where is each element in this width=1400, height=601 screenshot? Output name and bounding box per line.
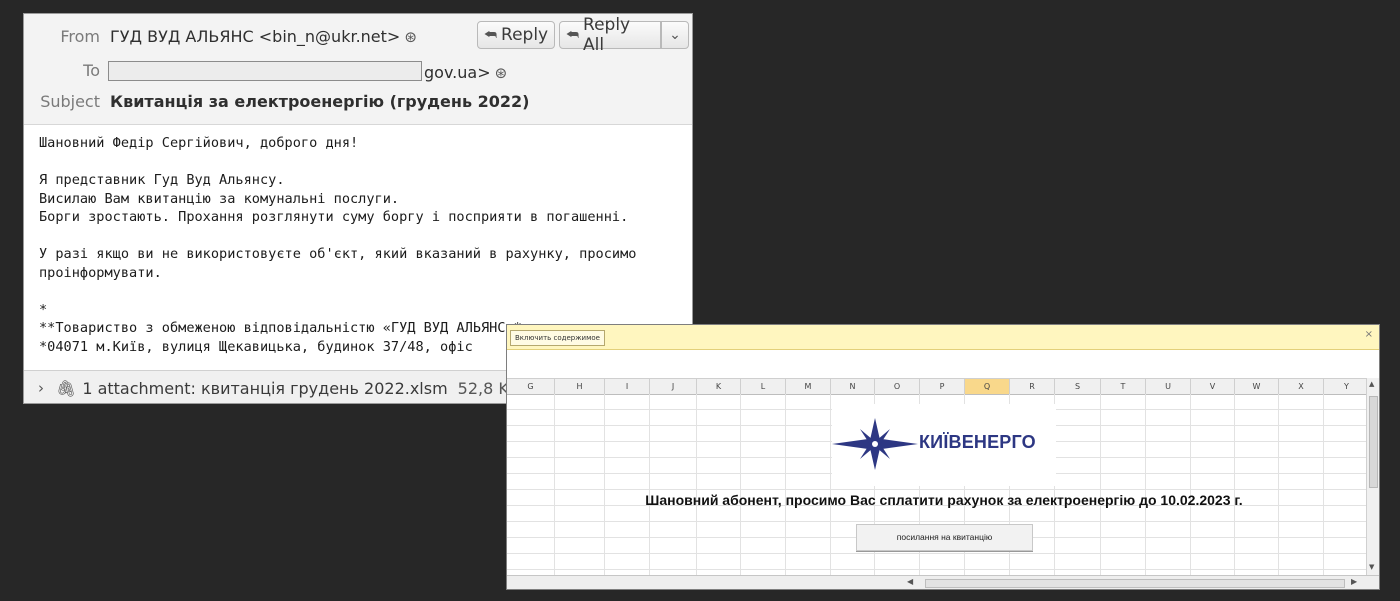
column-header-g[interactable]: G xyxy=(507,379,555,394)
column-header-x[interactable]: X xyxy=(1279,379,1324,394)
column-header-h[interactable]: H xyxy=(555,379,605,394)
column-header-u[interactable]: U xyxy=(1146,379,1191,394)
column-header-row: GHIJKLMNOPQRSTUVWXY xyxy=(507,378,1370,395)
grid-line xyxy=(696,394,697,575)
body-line: * xyxy=(39,301,48,318)
column-header-k[interactable]: K xyxy=(697,379,741,394)
grid-line xyxy=(1323,394,1324,575)
spreadsheet-window: Включить содержимое × GHIJKLMNOPQRSTUVWX… xyxy=(506,324,1380,590)
scroll-track[interactable] xyxy=(925,579,1345,588)
body-line xyxy=(39,227,689,246)
grid-line xyxy=(1278,394,1279,575)
reply-all-label: Reply All xyxy=(583,15,631,55)
chevron-down-icon: ⌄ xyxy=(669,27,681,43)
person-circle-icon[interactable]: ⊛ xyxy=(404,28,417,46)
paperclip-icon: 🖇 xyxy=(56,378,77,398)
grid-line xyxy=(507,521,1367,522)
column-header-n[interactable]: N xyxy=(831,379,875,394)
subject-label: Subject xyxy=(40,92,100,111)
person-circle-icon[interactable]: ⊛ xyxy=(495,64,508,82)
logo-text: КИЇВЕНЕРГО xyxy=(919,432,1036,452)
security-warning-bar: Включить содержимое × xyxy=(507,325,1379,350)
grid-line xyxy=(1100,394,1101,575)
grid-line xyxy=(649,394,650,575)
body-line: Висилаю Вам квитанцію за комунальні посл… xyxy=(39,190,400,207)
reply-all-button[interactable]: ⮪ Reply All xyxy=(559,15,661,55)
invoice-link-button[interactable]: посилання на квитанцію xyxy=(856,524,1033,551)
vertical-scrollbar[interactable]: ▲ ▼ xyxy=(1366,378,1379,575)
email-body: Шановний Федір Сергійович, доброго дня! … xyxy=(39,134,689,356)
column-header-j[interactable]: J xyxy=(650,379,697,394)
column-header-v[interactable]: V xyxy=(1191,379,1235,394)
grid-line xyxy=(785,394,786,575)
grid-line xyxy=(507,489,1367,490)
grid-line xyxy=(604,394,605,575)
redacted-recipient xyxy=(108,61,422,81)
body-line: Я представник Гуд Вуд Альянсу. xyxy=(39,172,285,188)
grid-line xyxy=(1190,394,1191,575)
grid-line xyxy=(740,394,741,575)
body-line: Борги зростають. Прохання розглянути сум… xyxy=(39,209,629,225)
column-header-w[interactable]: W xyxy=(1235,379,1279,394)
reply-button[interactable]: ⮪ Reply xyxy=(477,21,555,49)
column-header-i[interactable]: I xyxy=(605,379,650,394)
scroll-left-icon[interactable]: ◀ xyxy=(907,577,913,586)
column-header-o[interactable]: O xyxy=(875,379,920,394)
scroll-thumb[interactable] xyxy=(1369,396,1378,488)
horizontal-scrollbar[interactable]: ◀ ▶ xyxy=(507,575,1379,589)
column-header-m[interactable]: M xyxy=(786,379,831,394)
column-header-p[interactable]: P xyxy=(920,379,965,394)
to-label: To xyxy=(83,61,100,80)
body-line: Шановний Федір Сергійович, доброго дня! xyxy=(39,135,359,151)
column-header-q[interactable]: Q xyxy=(965,379,1010,394)
body-line xyxy=(39,282,689,301)
cell-grid[interactable]: КИЇВЕНЕРГО Шановний абонент, просимо Вас… xyxy=(507,394,1367,575)
from-value[interactable]: ГУД ВУД АЛЬЯНС <bin_n@ukr.net> ⊛ xyxy=(110,27,417,46)
compass-star-logo xyxy=(832,418,918,470)
grid-line xyxy=(507,553,1367,554)
scroll-down-icon[interactable]: ▼ xyxy=(1369,563,1374,571)
attachment-name[interactable]: 1 attachment: квитанція грудень 2022.xls… xyxy=(82,379,447,398)
reply-label: Reply xyxy=(501,25,549,45)
grid-line xyxy=(507,569,1367,570)
to-address[interactable]: gov.ua> xyxy=(424,63,491,82)
column-header-y[interactable]: Y xyxy=(1324,379,1370,394)
more-options-button[interactable]: ⌄ xyxy=(661,21,689,49)
to-value[interactable]: gov.ua> ⊛ xyxy=(108,61,507,82)
payment-notice: Шановний абонент, просимо Вас сплатити р… xyxy=(645,492,1243,508)
scroll-up-icon[interactable]: ▲ xyxy=(1369,380,1374,388)
column-header-t[interactable]: T xyxy=(1101,379,1146,394)
grid-line xyxy=(830,394,831,575)
subject-value: Квитанція за електроенергію (грудень 202… xyxy=(110,92,530,111)
column-header-s[interactable]: S xyxy=(1055,379,1101,394)
column-header-l[interactable]: L xyxy=(741,379,786,394)
from-address[interactable]: ГУД ВУД АЛЬЯНС <bin_n@ukr.net> xyxy=(110,27,400,46)
close-icon[interactable]: × xyxy=(1365,329,1373,340)
grid-line xyxy=(1234,394,1235,575)
from-label: From xyxy=(60,27,100,46)
formula-bar-area xyxy=(507,350,1379,378)
grid-line xyxy=(1145,394,1146,575)
reply-icon: ⮪ xyxy=(484,27,498,43)
column-header-r[interactable]: R xyxy=(1010,379,1055,394)
enable-content-button[interactable]: Включить содержимое xyxy=(510,330,605,346)
grid-line xyxy=(554,394,555,575)
scroll-right-icon[interactable]: ▶ xyxy=(1351,577,1357,586)
kyivenergo-logo: КИЇВЕНЕРГО xyxy=(832,404,1056,486)
body-line: У разі якщо ви не використовуєте об'єкт,… xyxy=(39,246,637,262)
body-line xyxy=(39,153,689,172)
chevron-right-icon[interactable]: › xyxy=(38,379,44,397)
email-header: From ГУД ВУД АЛЬЯНС <bin_n@ukr.net> ⊛ To … xyxy=(24,14,692,125)
reply-all-icon: ⮪ xyxy=(566,27,580,43)
body-line: проінформувати. xyxy=(39,264,162,281)
